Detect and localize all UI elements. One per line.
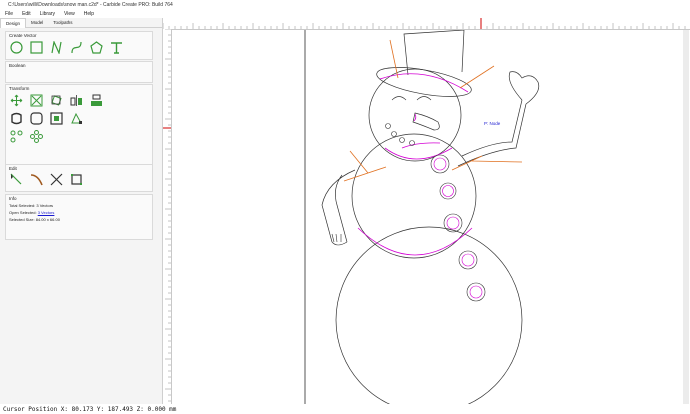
tab-model[interactable]: Model bbox=[26, 18, 48, 27]
polygon-tool-icon[interactable] bbox=[90, 41, 103, 54]
snowman-head-circle bbox=[368, 68, 462, 162]
create-vector-section: Create Vector bbox=[5, 31, 153, 60]
tab-design[interactable]: Design bbox=[0, 17, 27, 28]
text-tool-icon[interactable] bbox=[110, 41, 123, 54]
total-selected-label: Total Selected: bbox=[9, 203, 36, 208]
coat-button-inner bbox=[461, 253, 475, 267]
polyline-tool-icon[interactable] bbox=[50, 41, 63, 54]
move-icon[interactable] bbox=[10, 94, 23, 107]
rotate-icon[interactable] bbox=[50, 94, 63, 107]
menu-file[interactable]: File bbox=[5, 11, 13, 17]
mouth-dot bbox=[399, 137, 405, 143]
canvas-vertical-scrollbar[interactable] bbox=[683, 30, 689, 404]
right-mitten bbox=[508, 71, 540, 105]
selected-size-value: 84.00 x 66.00 bbox=[35, 217, 60, 222]
open-selected-label: Open Selected: bbox=[9, 210, 37, 215]
menu-library[interactable]: Library bbox=[40, 11, 55, 17]
ruler-top bbox=[162, 18, 690, 30]
node-select-icon[interactable] bbox=[10, 173, 23, 186]
selected-head-arc bbox=[384, 147, 453, 160]
selected-size-label: Selected Size: bbox=[9, 217, 35, 222]
coat-button-inner bbox=[433, 157, 447, 171]
left-eye bbox=[391, 96, 407, 101]
coat-button-inner bbox=[469, 285, 483, 299]
mouth-dot bbox=[385, 123, 391, 129]
coat-button-inner bbox=[442, 185, 454, 197]
rectangle-tool-icon[interactable] bbox=[30, 41, 43, 54]
menu-edit[interactable]: Edit bbox=[22, 11, 31, 17]
total-selected-value: 3 Vectors bbox=[36, 203, 54, 208]
info-header: Info bbox=[9, 196, 17, 201]
scale-icon[interactable] bbox=[30, 94, 43, 107]
window-title: C:\Users\willi\Downloads\snow man.c2d* -… bbox=[8, 1, 173, 8]
status-bar: Cursor Position X: 80.173 Y: 187.493 Z: … bbox=[0, 404, 690, 414]
tab-toolpaths[interactable]: Toolpaths bbox=[48, 18, 77, 27]
circle-tool-icon[interactable] bbox=[10, 41, 23, 54]
left-arm-twig bbox=[349, 150, 369, 174]
design-canvas[interactable]: P: Node bbox=[172, 29, 690, 414]
array-circle-icon[interactable] bbox=[10, 130, 23, 143]
hat-brim bbox=[376, 67, 472, 97]
mouth-dot bbox=[391, 131, 397, 137]
right-arm bbox=[457, 99, 527, 167]
edit-header: Edit bbox=[9, 166, 17, 171]
right-arm-twig bbox=[451, 155, 523, 171]
fillet-icon[interactable] bbox=[30, 112, 43, 125]
ruler-top-ticks bbox=[162, 18, 686, 29]
total-selected-row: Total Selected: 3 Vectors bbox=[9, 203, 53, 208]
menu-view[interactable]: View bbox=[64, 11, 75, 17]
selected-neck-arc bbox=[401, 142, 441, 149]
bounding-box-icon[interactable] bbox=[70, 173, 83, 186]
offset-icon[interactable] bbox=[10, 112, 23, 125]
cursor-position-readout: Cursor Position X: 80.173 Y: 187.493 Z: … bbox=[3, 405, 177, 413]
open-selected-row: Open Selected: 3 Vectors bbox=[9, 210, 54, 215]
stick-left bbox=[389, 39, 399, 79]
edit-section: Edit bbox=[5, 164, 153, 192]
mirror-icon[interactable] bbox=[70, 94, 83, 107]
left-arm bbox=[321, 169, 356, 243]
ruler-left bbox=[163, 28, 172, 410]
node-mode-label: P: Node bbox=[484, 121, 501, 126]
menu-bar: File Edit Library View Help bbox=[0, 9, 690, 18]
curve-tool-icon[interactable] bbox=[70, 41, 83, 54]
node-edit-icon[interactable] bbox=[70, 112, 83, 125]
info-section: Info Total Selected: 3 Vectors Open Sele… bbox=[5, 194, 153, 240]
menu-help[interactable]: Help bbox=[84, 11, 94, 17]
title-bar: C:\Users\willi\Downloads\snow man.c2d* -… bbox=[0, 0, 690, 9]
snowman-drawing: P: Node bbox=[304, 29, 540, 414]
cut-icon[interactable] bbox=[50, 173, 63, 186]
transform-header: Transform bbox=[9, 86, 30, 91]
inset-icon[interactable] bbox=[50, 112, 63, 125]
stick-right bbox=[459, 65, 495, 89]
coat-button-inner bbox=[446, 216, 460, 230]
selected-size-row: Selected Size: 84.00 x 66.00 bbox=[9, 217, 60, 222]
side-panel: Design Model Toolpaths Create Vector Boo… bbox=[0, 17, 163, 410]
boolean-section: Boolean bbox=[5, 61, 153, 83]
knife-icon[interactable] bbox=[30, 173, 43, 186]
create-vector-header: Create Vector bbox=[9, 33, 37, 38]
carrot-nose bbox=[412, 112, 440, 131]
right-eye bbox=[416, 96, 432, 101]
open-selected-value[interactable]: 3 Vectors bbox=[38, 210, 55, 215]
hat-brim-selected bbox=[379, 73, 469, 93]
ruler-left-ticks bbox=[163, 28, 171, 408]
left-mitten bbox=[331, 233, 348, 246]
array-grid-icon[interactable] bbox=[30, 130, 43, 143]
snowman-middle-circle bbox=[351, 133, 477, 259]
panel-tabs: Design Model Toolpaths bbox=[0, 17, 162, 28]
boolean-header: Boolean bbox=[9, 63, 26, 68]
align-icon[interactable] bbox=[90, 94, 103, 107]
